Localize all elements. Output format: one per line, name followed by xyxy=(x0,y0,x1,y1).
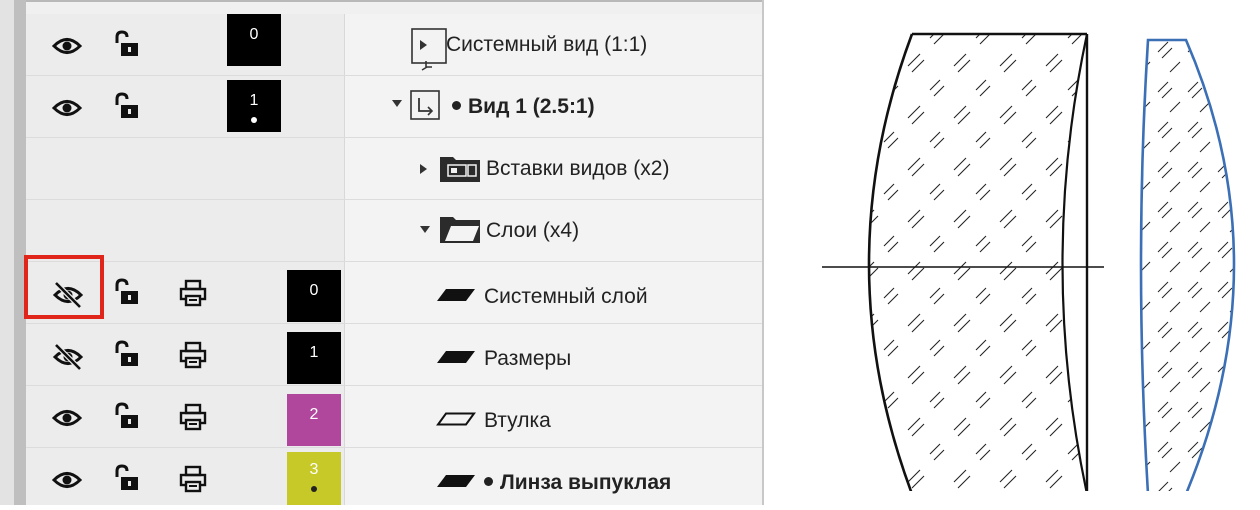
current-marker-dot xyxy=(251,117,257,123)
unlock-icon[interactable] xyxy=(114,464,140,492)
layer-label[interactable]: Втулка xyxy=(484,409,551,433)
layer-label-text: Линза выпуклая xyxy=(500,471,672,494)
view-icon xyxy=(411,28,447,71)
drawing-canvas[interactable] xyxy=(764,14,1260,505)
printer-icon[interactable] xyxy=(179,341,207,369)
group-label[interactable]: Слои (x4) xyxy=(486,219,579,243)
drawing-svg[interactable] xyxy=(764,0,1260,491)
unlock-icon[interactable] xyxy=(114,402,140,430)
layer-number-swatch[interactable]: 3 xyxy=(287,452,341,505)
current-bullet xyxy=(452,100,461,110)
collapse-arrow-icon[interactable] xyxy=(420,226,430,233)
printer-icon[interactable] xyxy=(179,279,207,307)
layer-row[interactable]: 2 Втулка xyxy=(26,386,762,448)
view-number: 1 xyxy=(249,92,259,109)
view-icon xyxy=(410,90,440,120)
eye-icon[interactable] xyxy=(52,468,82,492)
layer-outline-icon xyxy=(436,412,476,426)
current-marker-dot xyxy=(311,486,317,492)
unlock-icon[interactable] xyxy=(114,278,140,306)
view-number: 0 xyxy=(249,26,259,43)
unlock-icon[interactable] xyxy=(114,30,140,58)
eye-icon[interactable] xyxy=(52,34,82,58)
layer-number: 2 xyxy=(309,406,319,423)
layer-number-swatch[interactable]: 1 xyxy=(287,332,341,384)
layer-icon xyxy=(437,289,475,301)
convex-lens-shape[interactable] xyxy=(1139,38,1236,491)
expand-arrow-icon[interactable] xyxy=(420,164,427,174)
unlock-icon[interactable] xyxy=(114,340,140,368)
layer-row[interactable]: 3 Линза выпуклая xyxy=(26,448,762,510)
view-row[interactable]: 0 Системный вид (1:1) xyxy=(26,14,762,76)
view-number-swatch[interactable]: 1 xyxy=(227,80,281,132)
view-label-text: Вид 1 (2.5:1) xyxy=(468,95,595,118)
collapse-arrow-icon[interactable] xyxy=(392,100,402,107)
layer-number: 0 xyxy=(309,282,319,299)
eye-hidden-icon[interactable] xyxy=(52,343,84,371)
highlight-frame xyxy=(24,255,104,319)
view-number-swatch[interactable]: 0 xyxy=(227,14,281,66)
layer-number: 3 xyxy=(309,461,319,478)
layer-label[interactable]: Размеры xyxy=(484,347,571,371)
eye-icon[interactable] xyxy=(52,406,82,430)
current-bullet xyxy=(484,476,493,486)
view-inserts-folder-icon xyxy=(440,157,480,182)
bushing-shape[interactable] xyxy=(867,32,1089,491)
layer-label[interactable]: Системный слой xyxy=(484,285,648,309)
panel-top-edge xyxy=(26,0,762,2)
view-label[interactable]: Вид 1 (2.5:1) xyxy=(452,95,595,119)
panel-scroll-edge xyxy=(14,0,26,505)
view-label[interactable]: Системный вид (1:1) xyxy=(446,33,647,57)
layer-label[interactable]: Линза выпуклая xyxy=(484,471,671,495)
layer-number-swatch[interactable]: 0 xyxy=(287,270,341,322)
view-row[interactable]: 1 Вид 1 (2.5:1) xyxy=(26,76,762,138)
group-row[interactable]: Вставки видов (x2) xyxy=(26,138,762,200)
group-label[interactable]: Вставки видов (x2) xyxy=(486,157,669,181)
printer-icon[interactable] xyxy=(179,465,207,493)
layer-icon xyxy=(437,351,475,363)
eye-icon[interactable] xyxy=(52,96,82,120)
layer-number-swatch[interactable]: 2 xyxy=(287,394,341,446)
printer-icon[interactable] xyxy=(179,403,207,431)
left-gutter xyxy=(0,0,14,505)
group-row[interactable]: Слои (x4) xyxy=(26,200,762,262)
unlock-icon[interactable] xyxy=(114,92,140,120)
layer-icon xyxy=(437,475,475,487)
layer-number: 1 xyxy=(309,344,319,361)
folder-icon xyxy=(440,217,480,243)
layer-row[interactable]: 1 Размеры xyxy=(26,324,762,386)
layer-row[interactable]: 0 Системный слой xyxy=(26,262,762,324)
